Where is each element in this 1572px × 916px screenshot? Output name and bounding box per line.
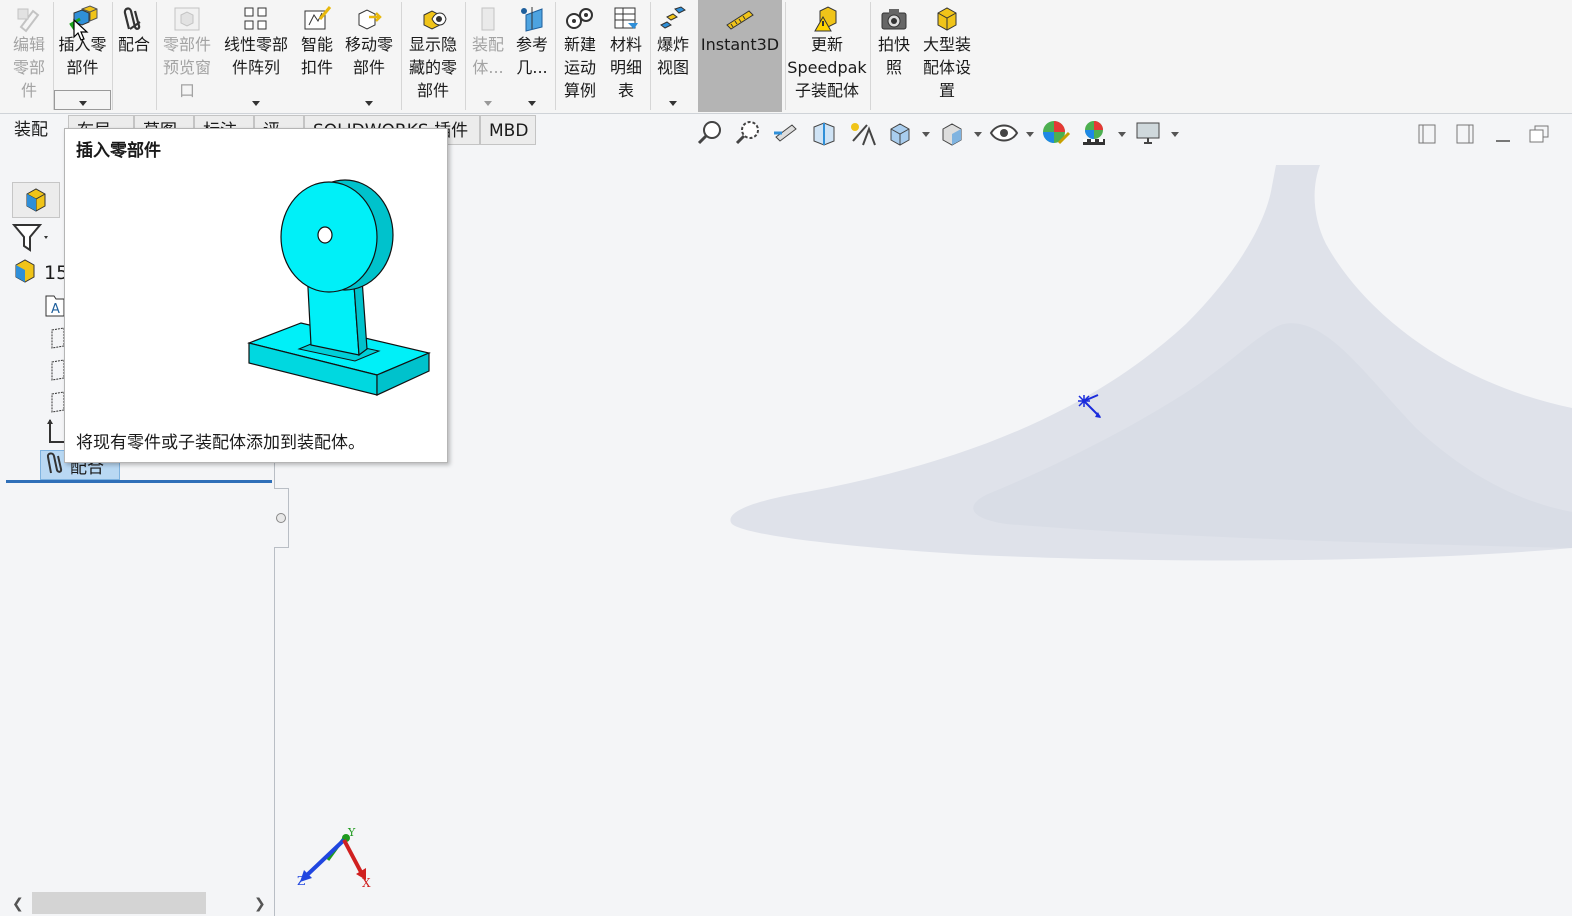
filter-button[interactable] <box>11 222 52 258</box>
edit-component-button[interactable]: 编辑 零部 件 <box>6 0 52 112</box>
feature-manager-tab[interactable] <box>12 182 60 218</box>
insert-component-tooltip: 插入零部件 将现有零件或子装配体添加到装配体。 <box>64 128 448 463</box>
horizontal-scrollbar[interactable]: ❮ ❯ <box>6 892 272 914</box>
mate-button[interactable]: 配合 <box>114 0 154 112</box>
chevron-down-icon[interactable] <box>974 132 982 137</box>
move-component-button[interactable]: 移动零 部件 <box>340 0 398 112</box>
chevron-down-icon <box>365 101 373 106</box>
speedpak-icon <box>812 4 842 34</box>
tree-drop-indicator <box>6 480 272 483</box>
tab-mbd[interactable]: MBD <box>480 115 536 145</box>
mate-paperclip-icon <box>119 4 149 34</box>
tooltip-title: 插入零部件 <box>76 141 161 161</box>
command-manager-ribbon: 编辑 零部 件 插入零 部件 配合 零部件 预览窗 口 线性零部 件阵列 智能 … <box>0 0 1572 114</box>
assembly-feature-button[interactable]: 装配 体... <box>468 0 508 112</box>
reference-triad: Y Z X <box>297 826 371 890</box>
restore-window-button[interactable] <box>1526 124 1552 148</box>
tree-root-item[interactable]: 15 <box>10 258 68 288</box>
snapshot-button[interactable]: 拍快 照 <box>872 0 916 112</box>
filter-icon <box>11 224 52 258</box>
exploded-view-button[interactable]: 爆炸 视图 <box>652 0 694 112</box>
bom-table-icon <box>611 4 641 34</box>
edit-component-icon <box>14 4 44 34</box>
chevron-down-icon <box>252 101 260 106</box>
new-motion-study-button[interactable]: 新建 运动 算例 <box>558 0 602 112</box>
component-preview-button[interactable]: 零部件 预览窗 口 <box>158 0 216 112</box>
scroll-left-icon[interactable]: ❮ <box>12 896 24 912</box>
assembly-icon <box>10 257 40 289</box>
reference-geometry-icon <box>517 4 547 34</box>
eye-icon <box>989 122 1019 148</box>
large-assembly-icon <box>932 4 962 34</box>
update-speedpak-button[interactable]: 更新 Speedpak 子装配体 <box>787 0 867 112</box>
tooltip-preview-image <box>241 173 437 407</box>
show-hidden-components-button[interactable]: 显示隐 藏的零 部件 <box>404 0 462 112</box>
chevron-down-icon <box>484 101 492 106</box>
rotation-center-icon <box>1076 393 1104 425</box>
camera-icon <box>879 4 909 34</box>
bill-of-materials-button[interactable]: 材料 明细 表 <box>604 0 648 112</box>
chevron-down-icon[interactable] <box>922 132 930 137</box>
panel-right-toggle-button[interactable] <box>1452 124 1478 148</box>
chevron-down-icon[interactable] <box>1118 132 1126 137</box>
graphics-area[interactable]: Y Z X <box>276 146 1572 916</box>
instant3d-icon <box>725 4 755 34</box>
chevron-down-icon[interactable] <box>1171 132 1179 137</box>
chevron-down-icon <box>78 101 87 106</box>
tab-assembly[interactable]: 装配体 <box>6 115 68 170</box>
large-assembly-settings-button[interactable]: 大型装 配体设 置 <box>918 0 976 112</box>
scroll-right-icon[interactable]: ❯ <box>254 896 266 912</box>
component-preview-icon <box>172 4 202 34</box>
reference-geometry-button[interactable]: 参考 几... <box>512 0 552 112</box>
annotations-icon[interactable]: A <box>44 292 66 322</box>
chevron-down-icon <box>528 101 536 106</box>
assembly-tree-icon <box>21 186 51 218</box>
mouse-cursor-icon <box>72 18 90 46</box>
floor-shadow <box>730 165 1572 561</box>
motion-study-icon <box>565 4 595 34</box>
chevron-down-icon[interactable] <box>1026 132 1034 137</box>
smart-fastener-button[interactable]: 智能 扣件 <box>296 0 338 112</box>
insert-component-button[interactable]: 插入零 部件 <box>54 0 111 112</box>
show-hidden-icon <box>418 4 448 34</box>
panel-left-toggle-button[interactable] <box>1414 124 1440 148</box>
exploded-view-icon <box>658 4 688 34</box>
scrollbar-thumb[interactable] <box>32 892 206 914</box>
tooltip-description: 将现有零件或子装配体添加到装配体。 <box>76 433 365 453</box>
smart-fastener-icon <box>302 4 332 34</box>
move-component-icon <box>354 4 384 34</box>
linear-pattern-icon <box>241 4 271 34</box>
minimize-button[interactable] <box>1490 124 1516 148</box>
svg-text:A: A <box>51 302 60 317</box>
instant3d-button[interactable]: Instant3D <box>698 0 782 112</box>
chevron-down-icon <box>669 101 677 106</box>
linear-pattern-button[interactable]: 线性零部 件阵列 <box>218 0 294 112</box>
assembly-feature-icon <box>473 4 503 34</box>
insert-component-dropdown[interactable] <box>54 90 111 110</box>
